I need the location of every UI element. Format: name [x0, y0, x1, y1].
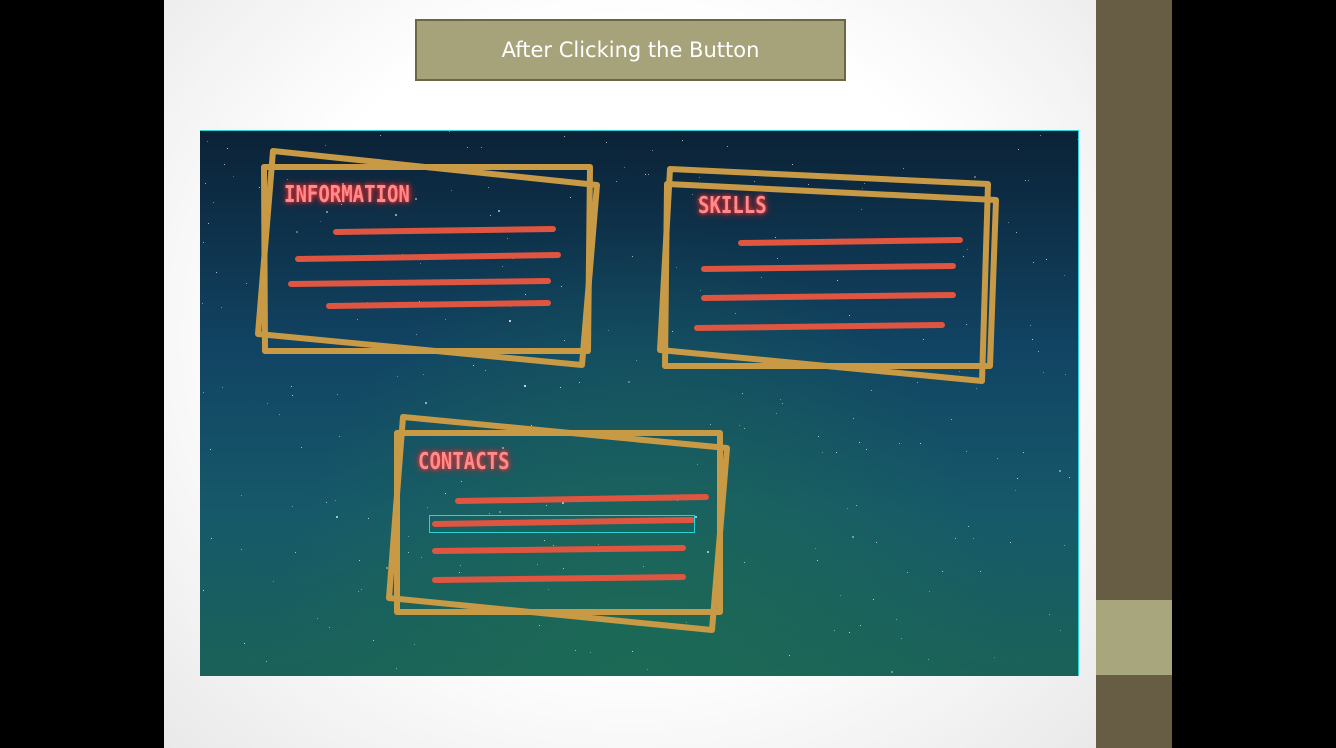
brush-stroke-line [288, 278, 551, 287]
selected-contact-line[interactable] [429, 515, 695, 533]
brush-stroke-line [326, 300, 551, 309]
brush-stroke-line [432, 574, 686, 583]
brush-stroke-line [694, 322, 945, 331]
skills-heading: SKILLS [698, 192, 767, 220]
panel-frames [255, 148, 999, 633]
brush-stroke-line [701, 292, 956, 301]
information-heading: INFORMATION [284, 181, 410, 209]
brush-stroke-line [455, 494, 709, 504]
brush-stroke-line [432, 545, 686, 554]
brush-stroke-line [333, 226, 556, 235]
brush-stroke-line [701, 263, 956, 272]
brush-stroke-line [295, 252, 561, 262]
contacts-heading: CONTACTS [418, 448, 510, 476]
brush-stroke-line [738, 237, 963, 246]
